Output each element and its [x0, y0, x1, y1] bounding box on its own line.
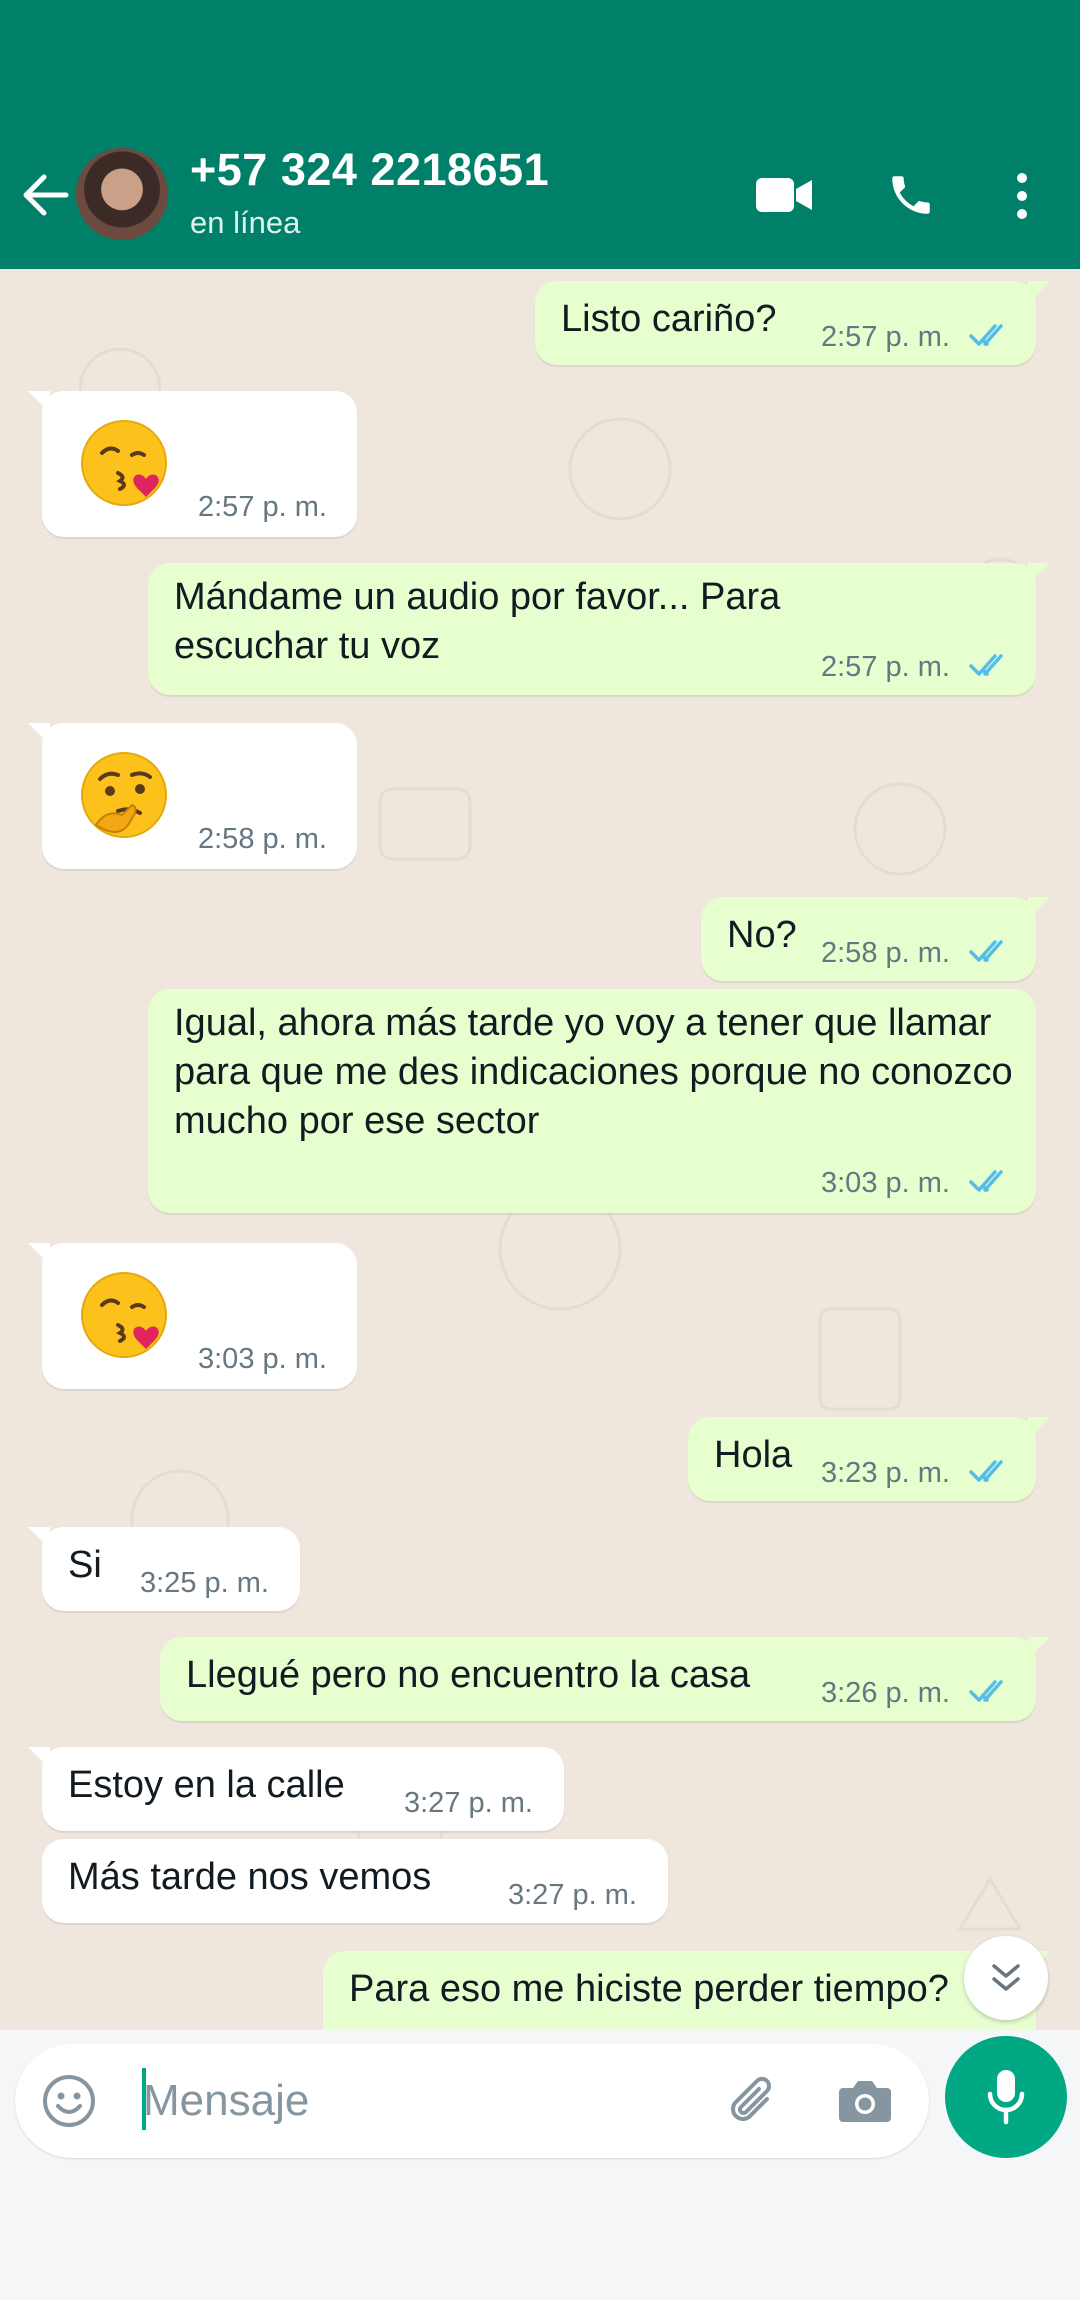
message-time: 3:26 p. m.: [821, 1677, 950, 1709]
text-cursor: [142, 2068, 146, 2130]
outgoing-message[interactable]: Mándame un audio por favor... Para escuc…: [148, 563, 1050, 695]
message-text: Estoy en la calle: [68, 1764, 345, 1806]
outgoing-message[interactable]: Listo cariño? 2:57 p. m.: [535, 281, 1050, 365]
outgoing-message[interactable]: Igual, ahora más tarde yo voy a tener qu…: [148, 989, 1036, 1213]
video-call-icon[interactable]: [756, 176, 812, 214]
message-time: 3:03 p. m.: [821, 1167, 950, 1199]
read-receipt-icon: [969, 940, 1003, 962]
outgoing-message[interactable]: Hola 3:23 p. m.: [688, 1417, 1050, 1501]
voice-call-icon[interactable]: [886, 170, 936, 220]
message-time: 3:27 p. m.: [404, 1787, 533, 1819]
bubble-tail: [28, 723, 50, 745]
chat-header: +57 324 2218651 en línea: [0, 0, 1080, 269]
incoming-message[interactable]: 2:58 p. m.: [28, 723, 357, 869]
more-options-icon[interactable]: [1010, 172, 1034, 220]
bubble-tail: [28, 391, 50, 413]
message-time: 3:27 p. m.: [508, 1879, 637, 1911]
read-receipt-icon: [969, 324, 1003, 346]
bubble-tail: [28, 1747, 50, 1769]
read-receipt-icon: [969, 1170, 1003, 1192]
thinking-face-emoji: [81, 752, 167, 838]
outgoing-message[interactable]: Para eso me hiciste perder tiempo?: [323, 1951, 1050, 2030]
message-text: No?: [727, 914, 797, 956]
message-text: Más tarde nos vemos: [68, 1856, 432, 1898]
incoming-message[interactable]: Más tarde nos vemos 3:27 p. m.: [42, 1839, 668, 1923]
bubble-tail: [1028, 281, 1050, 303]
message-time: 2:57 p. m.: [198, 491, 327, 523]
message-text: Para eso me hiciste perder tiempo?: [349, 1968, 949, 2010]
chat-area[interactable]: Listo cariño? 2:57 p. m. 2:57 p. m. Mánd…: [0, 269, 1080, 2030]
incoming-message[interactable]: 2:57 p. m.: [28, 391, 357, 537]
attach-icon[interactable]: [723, 2073, 781, 2131]
message-text: Mándame un audio por favor... Para escuc…: [174, 576, 781, 667]
bubble-tail: [1028, 1417, 1050, 1439]
contact-avatar[interactable]: [76, 148, 168, 240]
outgoing-message[interactable]: Llegué pero no encuentro la casa 3:26 p.…: [160, 1637, 1050, 1721]
incoming-message[interactable]: Si 3:25 p. m.: [28, 1527, 300, 1611]
mic-icon: [987, 2070, 1025, 2125]
camera-icon[interactable]: [837, 2074, 893, 2126]
message-time: 3:23 p. m.: [821, 1457, 950, 1489]
read-receipt-icon: [969, 654, 1003, 676]
message-time: 2:58 p. m.: [821, 937, 950, 969]
message-text: Listo cariño?: [561, 298, 777, 340]
voice-record-button[interactable]: [945, 2036, 1067, 2158]
message-text: Llegué pero no encuentro la casa: [186, 1654, 751, 1696]
incoming-message[interactable]: 3:03 p. m.: [28, 1243, 357, 1389]
outgoing-message[interactable]: No? 2:58 p. m.: [701, 897, 1050, 981]
face-blowing-a-kiss-emoji: [81, 1272, 167, 1358]
message-composer: [15, 2044, 929, 2158]
message-text: Si: [68, 1544, 102, 1586]
incoming-message[interactable]: Estoy en la calle 3:27 p. m.: [28, 1747, 564, 1831]
bubble-tail: [1028, 563, 1050, 585]
bubble-tail: [28, 1527, 50, 1549]
bubble-tail: [1028, 1637, 1050, 1659]
message-input[interactable]: [143, 2064, 703, 2138]
read-receipt-icon: [969, 1680, 1003, 1702]
back-arrow-icon[interactable]: [18, 172, 70, 218]
system-navigation-bar: [0, 2172, 1080, 2300]
bubble-tail: [28, 1243, 50, 1265]
message-time: 2:58 p. m.: [198, 823, 327, 855]
message-time: 3:25 p. m.: [140, 1567, 269, 1599]
double-chevron-down-icon: [992, 1964, 1020, 1991]
bubble-tail: [1028, 897, 1050, 919]
contact-name[interactable]: +57 324 2218651: [190, 144, 549, 196]
contact-status: en línea: [190, 205, 301, 240]
emoji-icon[interactable]: [41, 2073, 97, 2129]
message-time: 3:03 p. m.: [198, 1343, 327, 1375]
message-time: 2:57 p. m.: [821, 321, 950, 353]
message-text: Hola: [714, 1434, 793, 1476]
read-receipt-icon: [969, 1460, 1003, 1482]
scroll-to-bottom-button[interactable]: [964, 1936, 1048, 2020]
face-blowing-a-kiss-emoji: [81, 420, 167, 506]
message-text: Igual, ahora más tarde yo voy a tener qu…: [174, 1002, 1013, 1142]
message-time: 2:57 p. m.: [821, 651, 950, 683]
